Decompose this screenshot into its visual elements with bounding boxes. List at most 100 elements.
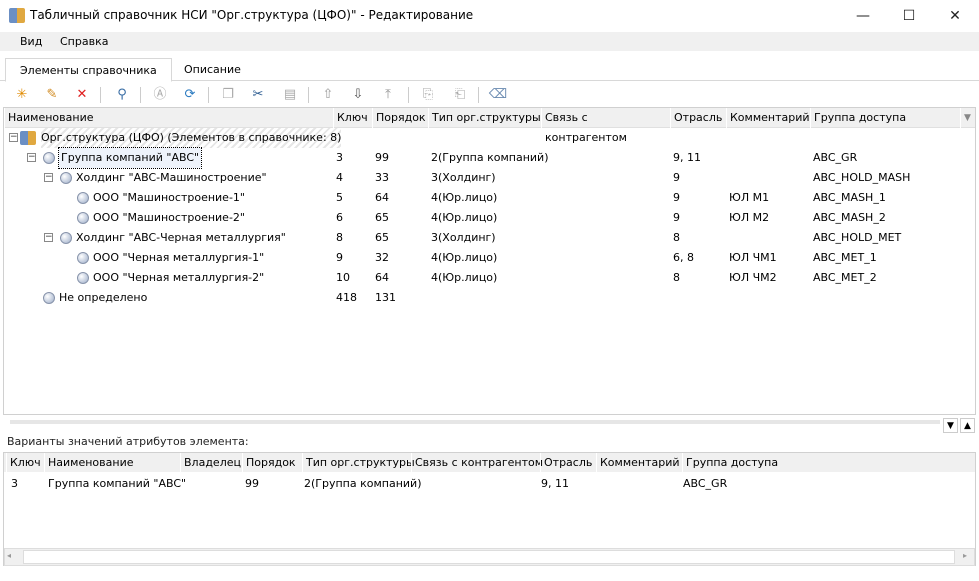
move-to-top-icon[interactable]: ⤒	[378, 85, 398, 105]
attribute-values-icon[interactable]: Ⓐ	[150, 85, 170, 105]
tree-row[interactable]: ООО "Черная металлургия-1" 9 32 4(Юр.лицо) 6…	[4, 248, 975, 268]
cell-type: 4(Юр.лицо)	[431, 251, 498, 264]
attr-col-type[interactable]: Тип орг.структуры	[302, 453, 415, 473]
element-circle-icon	[60, 232, 72, 244]
cell-name: Группа компаний "ABC"	[48, 477, 187, 490]
cell-order: 64	[375, 271, 389, 284]
col-link[interactable]: Связь с контрагентом	[541, 108, 670, 144]
tree-row[interactable]: ООО "Машиностроение-2" 6 65 4(Юр.лицо) 9 ЮЛ М…	[4, 208, 975, 228]
row-name: Группа компаний "ABC"	[57, 147, 203, 169]
scroll-left-icon[interactable]: ◂	[7, 551, 11, 560]
tree-row[interactable]: ООО "Черная металлургия-2" 10 64 4(Юр.лицо)…	[4, 268, 975, 288]
move-down-icon[interactable]: ⇩	[348, 85, 368, 105]
export-icon[interactable]: ⎘	[418, 85, 438, 105]
splitter[interactable]	[10, 420, 940, 424]
collapse-down-icon[interactable]: ▼	[943, 418, 958, 433]
import-icon[interactable]: ⎗	[450, 85, 470, 105]
row-name: Не определено	[59, 291, 148, 304]
cell-order: 32	[375, 251, 389, 264]
tree-row[interactable]: ООО "Машиностроение-1" 5 64 4(Юр.лицо) 9 ЮЛ М…	[4, 188, 975, 208]
cell-comment: ЮЛ М2	[729, 211, 770, 224]
cut-scissors-icon[interactable]: ✂	[248, 85, 268, 105]
maximize-button[interactable]: ☐	[886, 0, 932, 32]
delete-icon[interactable]: ✕	[72, 85, 92, 105]
tree-row[interactable]: − Холдинг "ABC-Черная металлургия" 8 65 3(Хо…	[4, 228, 975, 248]
row-name: Холдинг "ABC-Машиностроение"	[76, 171, 267, 184]
cell-key: 6	[336, 211, 343, 224]
scroll-thumb[interactable]	[23, 550, 955, 564]
edit-pencil-icon[interactable]: ✎	[42, 85, 62, 105]
cell-type: 4(Юр.лицо)	[431, 271, 498, 284]
tab-elements[interactable]: Элементы справочника	[5, 58, 172, 82]
paste-icon[interactable]: ▤	[280, 85, 300, 105]
element-circle-icon	[60, 172, 72, 184]
element-circle-icon	[43, 152, 55, 164]
col-key[interactable]: Ключ	[333, 108, 372, 128]
element-circle-icon	[43, 292, 55, 304]
column-chooser-icon[interactable]: ▼	[960, 108, 976, 128]
root-label: Орг.структура (ЦФО) (Элементов в справоч…	[41, 128, 342, 148]
attr-col-group[interactable]: Группа доступа	[682, 453, 778, 473]
new-element-icon[interactable]: ✳	[12, 85, 32, 105]
toolbar: ✳ ✎ ✕ ⚲ Ⓐ ⟳ ❐ ✂ ▤ ⇧ ⇩ ⤒ ⎘ ⎗ ⌫	[4, 84, 974, 106]
collapse-icon[interactable]: −	[44, 173, 53, 182]
collapse-icon[interactable]: −	[27, 153, 36, 162]
cell-key: 8	[336, 231, 343, 244]
tab-description[interactable]: Описание	[170, 58, 255, 82]
tree-root[interactable]: − Орг.структура (ЦФО) (Элементов в справ…	[4, 128, 975, 148]
menu-view[interactable]: Вид	[20, 35, 42, 48]
close-button[interactable]: ✕	[932, 0, 978, 32]
attr-col-link[interactable]: Связь с контрагентом	[411, 453, 543, 473]
cell-industry: 9, 11	[673, 151, 701, 164]
col-group[interactable]: Группа доступа	[810, 108, 960, 128]
cell-order: 65	[375, 211, 389, 224]
copy-icon[interactable]: ❐	[218, 85, 238, 105]
collapse-icon[interactable]: −	[44, 233, 53, 242]
scroll-right-icon[interactable]: ▸	[963, 551, 967, 560]
cell-type: 4(Юр.лицо)	[431, 191, 498, 204]
col-type[interactable]: Тип орг.структуры	[428, 108, 541, 128]
attr-col-key[interactable]: Ключ	[6, 453, 41, 473]
col-industry[interactable]: Отрасль	[670, 108, 726, 128]
col-order[interactable]: Порядок	[372, 108, 428, 128]
cell-group: ABC_HOLD_MET	[813, 231, 902, 244]
collapse-icon[interactable]: −	[9, 133, 18, 142]
col-name[interactable]: Наименование	[4, 108, 333, 128]
cell-group: ABC_GR	[813, 151, 858, 164]
attr-col-name[interactable]: Наименование	[44, 453, 133, 473]
col-comment[interactable]: Комментарий	[726, 108, 810, 128]
attr-col-owner[interactable]: Владелец	[180, 453, 241, 473]
expand-up-icon[interactable]: ▲	[960, 418, 975, 433]
cell-type: 3(Холдинг)	[431, 171, 496, 184]
cell-key: 10	[336, 271, 350, 284]
eraser-icon[interactable]: ⌫	[488, 85, 508, 105]
attr-col-order[interactable]: Порядок	[242, 453, 296, 473]
attributes-row[interactable]: 3 Группа компаний "ABC" 99 2(Группа комп…	[4, 474, 975, 494]
tree-row[interactable]: − Холдинг "ABC-Машиностроение" 4 33 3(Холдин…	[4, 168, 975, 188]
cell-industry: 9	[673, 191, 680, 204]
attr-col-industry[interactable]: Отрасль	[540, 453, 592, 473]
attr-col-comment[interactable]: Комментарий	[596, 453, 680, 473]
tab-strip: Элементы справочника Описание	[0, 56, 979, 82]
row-name: ООО "Черная металлургия-2"	[93, 271, 265, 284]
cell-order: 33	[375, 171, 389, 184]
element-circle-icon	[77, 272, 89, 284]
element-circle-icon	[77, 192, 89, 204]
attributes-header: Ключ Наименование Владелец Порядок Тип о…	[4, 453, 975, 473]
move-up-icon[interactable]: ⇧	[318, 85, 338, 105]
cell-key: 3	[336, 151, 343, 164]
horizontal-scrollbar[interactable]: ◂ ▸	[4, 548, 975, 566]
minimize-button[interactable]: —	[840, 0, 886, 32]
menu-bar: Вид Справка	[0, 32, 979, 51]
search-icon[interactable]: ⚲	[112, 85, 132, 105]
tree-grid[interactable]: Наименование Ключ Порядок Тип орг.структ…	[3, 107, 976, 415]
row-name: ООО "Машиностроение-1"	[93, 191, 245, 204]
grid-header: Наименование Ключ Порядок Тип орг.структ…	[4, 108, 976, 144]
row-name: ООО "Машиностроение-2"	[93, 211, 245, 224]
tree-row[interactable]: − Группа компаний "ABC" 3 99 2(Группа компан…	[4, 147, 975, 169]
window-title: Табличный справочник НСИ "Орг.структура …	[30, 8, 474, 22]
refresh-icon[interactable]: ⟳	[180, 85, 200, 105]
tree-row[interactable]: Не определено 418 131	[4, 288, 975, 308]
cell-industry: 9, 11	[541, 477, 569, 490]
menu-help[interactable]: Справка	[60, 35, 108, 48]
